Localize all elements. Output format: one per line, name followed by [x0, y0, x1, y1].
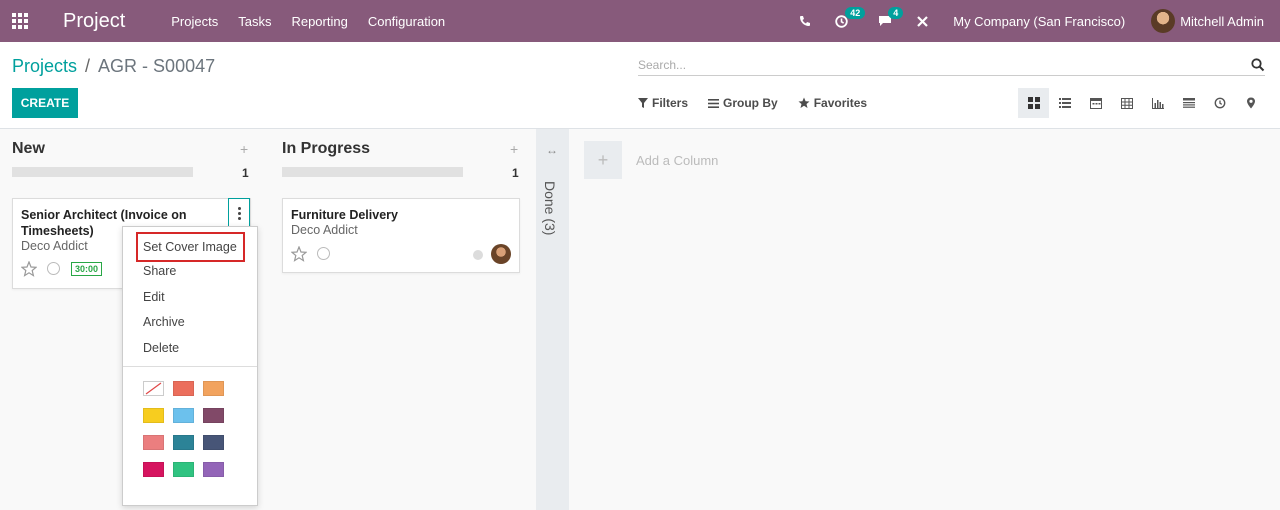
search-options: Filters Group By Favorites [638, 96, 887, 110]
kanban-view-icon[interactable] [1018, 88, 1049, 118]
color-swatch[interactable] [143, 381, 164, 396]
color-swatch[interactable] [143, 408, 164, 423]
user-name: Mitchell Admin [1180, 13, 1264, 29]
timesheet-view-icon[interactable] [1204, 88, 1235, 118]
task-customer: Deco Addict [291, 223, 358, 237]
card-dropdown-toggle-icon[interactable] [228, 198, 250, 228]
priority-star-icon[interactable] [21, 261, 37, 277]
add-column-label[interactable]: Add a Column [636, 153, 718, 168]
edit-option[interactable]: Edit [143, 290, 165, 304]
column-count: 1 [242, 166, 249, 180]
messages-icon[interactable]: 4 [878, 7, 904, 27]
menu-tasks[interactable]: Tasks [238, 14, 271, 29]
breadcrumb-current: AGR - S00047 [98, 56, 216, 76]
filter-icon [638, 98, 648, 108]
planned-hours-badge: 30:00 [71, 262, 103, 276]
folded-column-done[interactable]: ↔ Done (3) [536, 129, 569, 510]
search-input[interactable] [638, 57, 1238, 72]
map-view-icon[interactable] [1235, 88, 1266, 118]
search-icon[interactable] [1251, 58, 1265, 72]
app-title: Project [63, 9, 126, 32]
control-panel: Projects / AGR - S00047 CREATE Filters G… [0, 42, 1280, 129]
star-icon [798, 97, 810, 108]
activity-clock-icon[interactable] [47, 262, 60, 275]
group-by-button[interactable]: Group By [708, 96, 778, 110]
assignee-avatar [491, 244, 511, 264]
user-avatar [1151, 9, 1176, 33]
color-swatch[interactable] [203, 381, 224, 396]
delete-option[interactable]: Delete [143, 341, 179, 355]
user-menu[interactable]: Mitchell Admin [1151, 9, 1264, 33]
color-swatch[interactable] [173, 462, 194, 477]
group-by-icon [708, 98, 720, 108]
list-view-icon[interactable] [1049, 88, 1080, 118]
search-box [638, 54, 1265, 76]
view-switcher [1018, 88, 1266, 118]
menu-reporting[interactable]: Reporting [291, 14, 347, 29]
color-swatch[interactable] [173, 381, 194, 396]
breadcrumb-separator: / [85, 56, 91, 76]
graph-view-icon[interactable] [1142, 88, 1173, 118]
favorites-label: Favorites [813, 96, 868, 110]
app-switcher-icon[interactable] [0, 0, 40, 42]
column-title-in-progress[interactable]: In Progress [282, 140, 370, 158]
task-title: Furniture Delivery [291, 208, 398, 222]
top-navbar: Project Projects Tasks Reporting Configu… [0, 0, 1280, 42]
color-swatch[interactable] [173, 408, 194, 423]
color-swatch[interactable] [203, 408, 224, 423]
set-cover-image-option[interactable]: Set Cover Image [143, 240, 237, 254]
share-option[interactable]: Share [143, 264, 176, 278]
group-by-label: Group By [723, 96, 778, 110]
expand-arrows-icon[interactable]: ↔ [546, 143, 558, 157]
quick-create-plus-icon[interactable]: + [240, 141, 248, 157]
color-swatch[interactable] [203, 435, 224, 450]
activity-icon[interactable]: 42 [835, 6, 866, 28]
activity-view-icon[interactable] [1173, 88, 1204, 118]
phone-icon[interactable] [799, 15, 811, 27]
archive-option[interactable]: Archive [143, 315, 185, 329]
pivot-view-icon[interactable] [1111, 88, 1142, 118]
menu-projects[interactable]: Projects [171, 14, 218, 29]
kanban-state-dot[interactable] [473, 250, 483, 260]
filters-label: Filters [652, 96, 689, 110]
breadcrumb-projects-link[interactable]: Projects [12, 56, 77, 77]
calendar-view-icon[interactable] [1080, 88, 1111, 118]
column-count: 1 [512, 166, 519, 180]
breadcrumb: Projects / AGR - S00047 [12, 56, 215, 77]
color-swatch[interactable] [203, 462, 224, 477]
activity-clock-icon[interactable] [317, 247, 330, 260]
favorites-button[interactable]: Favorites [798, 96, 867, 110]
column-progress-bar [12, 167, 193, 177]
filters-button[interactable]: Filters [638, 96, 688, 110]
quick-create-plus-icon[interactable]: + [510, 141, 518, 157]
card-dropdown-menu: Set Cover Image Share Edit Archive Delet… [122, 226, 258, 506]
column-title-new[interactable]: New [12, 140, 45, 158]
add-column-plus-icon[interactable]: + [584, 141, 622, 179]
menu-configuration[interactable]: Configuration [368, 14, 445, 29]
company-switcher[interactable]: My Company (San Francisco) [953, 14, 1125, 29]
column-progress-bar [282, 167, 463, 177]
messages-count-badge: 4 [888, 7, 904, 19]
priority-star-icon[interactable] [291, 246, 307, 262]
task-customer: Deco Addict [21, 239, 88, 253]
menu-divider [123, 366, 257, 367]
color-swatch[interactable] [143, 462, 164, 477]
color-swatch[interactable] [173, 435, 194, 450]
color-swatch[interactable] [143, 435, 164, 450]
debug-tools-icon[interactable] [916, 15, 929, 28]
folded-column-label: Done (3) [542, 181, 558, 236]
create-button[interactable]: CREATE [12, 88, 78, 118]
activity-count-badge: 42 [845, 6, 866, 19]
task-card[interactable]: Furniture Delivery Deco Addict [282, 198, 520, 273]
